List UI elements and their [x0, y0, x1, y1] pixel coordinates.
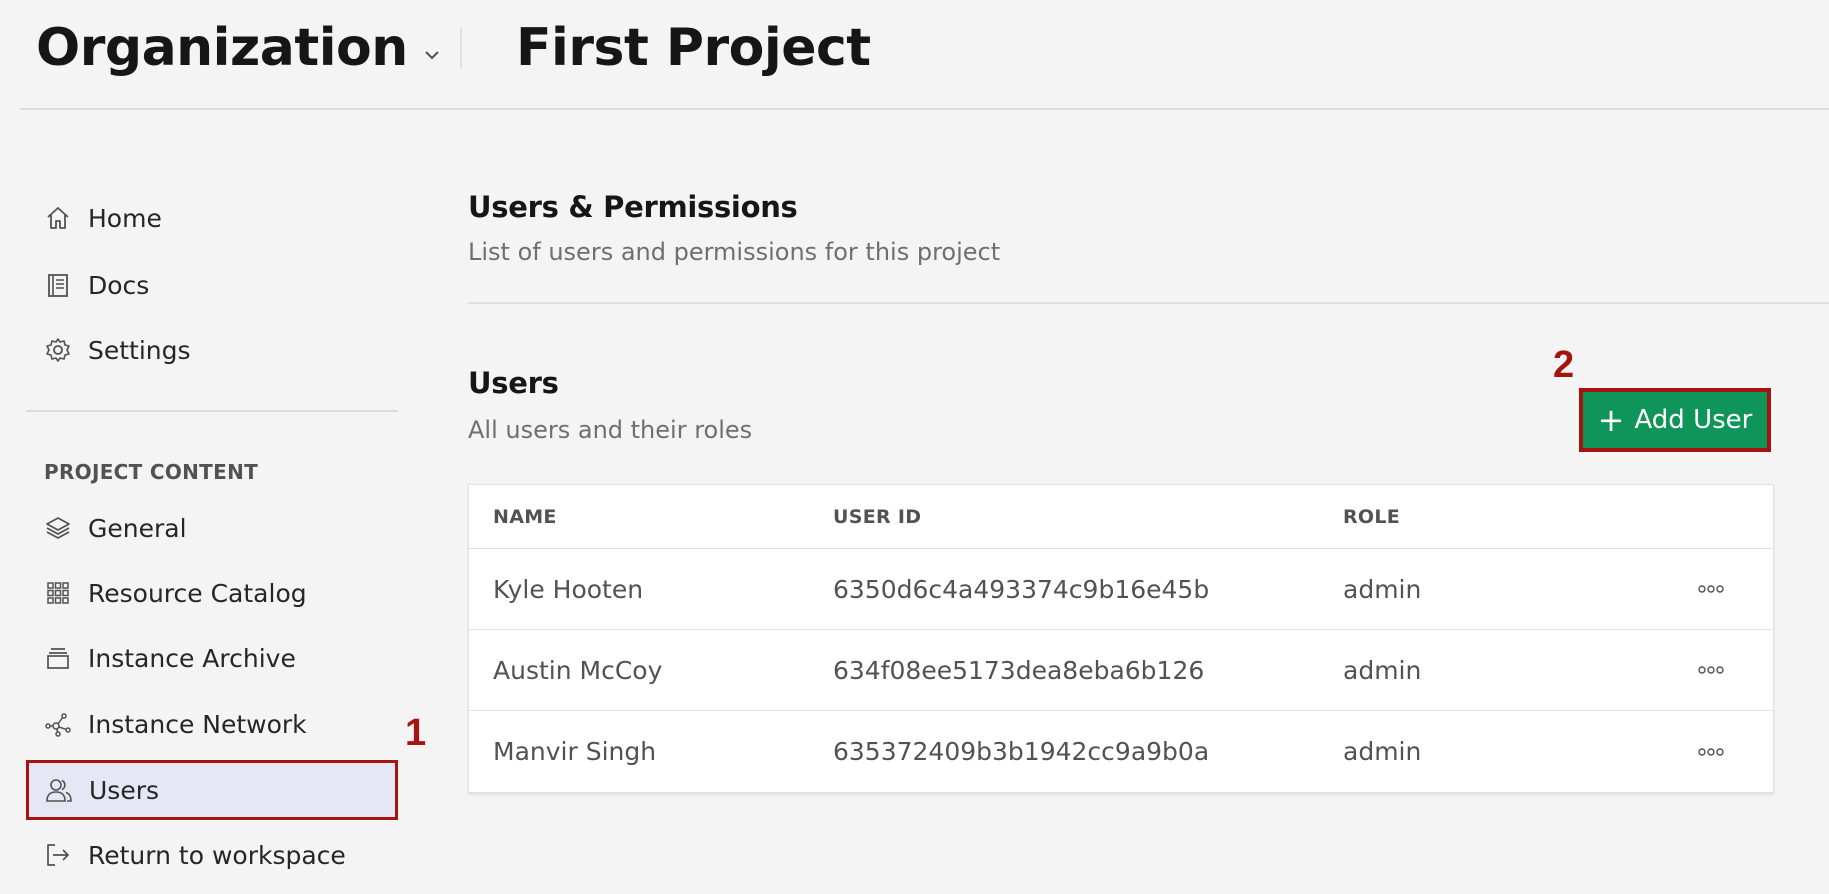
sidebar-item-docs[interactable]: Docs	[26, 257, 398, 313]
user-role: admin	[1343, 655, 1422, 685]
sidebar-item-return-to-workspace[interactable]: Return to workspace	[26, 827, 398, 883]
grid-icon	[42, 577, 74, 609]
user-id: 6350d6c4a493374c9b16e45b	[833, 574, 1210, 604]
archive-icon	[42, 642, 74, 674]
callout-marker-1: 1	[405, 712, 427, 754]
users-icon	[43, 774, 75, 806]
user-role: admin	[1343, 737, 1422, 766]
header: Organization First Project	[0, 0, 1829, 110]
section-label: PROJECT CONTENT	[44, 460, 259, 484]
user-id: 635372409b3b1942cc9a9b0a	[833, 737, 1210, 766]
sidebar-item-label: Resource Catalog	[88, 578, 307, 608]
sidebar-item-home[interactable]: Home	[26, 190, 398, 246]
user-id: 634f08ee5173dea8eba6b126	[833, 655, 1205, 685]
chevron-down-icon	[425, 51, 439, 60]
user-name: Kyle Hooten	[493, 574, 644, 604]
sidebar-item-label: Instance Network	[88, 709, 307, 739]
sidebar-item-general[interactable]: General	[26, 500, 398, 556]
sidebar-item-label: Home	[88, 203, 162, 233]
overflow-menu-icon[interactable]	[1691, 650, 1731, 690]
section-divider	[468, 302, 1829, 304]
add-user-button-body: + Add User	[1583, 392, 1767, 448]
return-icon	[42, 839, 74, 871]
sidebar-item-label: Settings	[88, 335, 191, 365]
sidebar-item-label: Return to workspace	[88, 840, 346, 870]
table-row[interactable]: Manvir Singh 635372409b3b1942cc9a9b0a ad…	[469, 711, 1773, 792]
users-table: NAME USER ID ROLE Kyle Hooten 6350d6c4a4…	[468, 484, 1774, 793]
sidebar-item-resource-catalog[interactable]: Resource Catalog	[26, 565, 398, 621]
sidebar-item-label: Users	[89, 775, 160, 805]
plus-icon: +	[1597, 401, 1625, 439]
sidebar-item-instance-network[interactable]: Instance Network	[26, 696, 398, 752]
table-row[interactable]: Austin McCoy 634f08ee5173dea8eba6b126 ad…	[469, 630, 1773, 711]
sidebar-item-label: General	[88, 513, 187, 543]
overflow-menu-icon[interactable]	[1691, 569, 1731, 609]
overflow-menu-icon[interactable]	[1691, 732, 1731, 772]
project-title: First Project	[516, 18, 871, 78]
home-icon	[42, 202, 74, 234]
table-header: NAME USER ID ROLE	[469, 485, 1773, 549]
callout-marker-2: 2	[1553, 344, 1575, 386]
header-divider	[460, 28, 462, 68]
table-row[interactable]: Kyle Hooten 6350d6c4a493374c9b16e45b adm…	[469, 549, 1773, 630]
sidebar-item-instance-archive[interactable]: Instance Archive	[26, 630, 398, 686]
sidebar-item-settings[interactable]: Settings	[26, 322, 398, 378]
sidebar-item-label: Instance Archive	[88, 643, 296, 673]
user-name: Manvir Singh	[493, 737, 657, 766]
docs-icon	[42, 269, 74, 301]
gear-icon	[42, 334, 74, 366]
sidebar-item-users[interactable]: Users	[26, 760, 398, 820]
network-icon	[42, 708, 74, 740]
column-header-user-id[interactable]: USER ID	[833, 506, 921, 528]
sidebar-divider	[26, 410, 398, 412]
sidebar-item-label: Docs	[88, 270, 150, 300]
users-section-subtitle: All users and their roles	[468, 416, 753, 444]
page-subtitle: List of users and permissions for this p…	[468, 238, 1001, 266]
layers-icon	[42, 512, 74, 544]
add-user-button[interactable]: + Add User	[1579, 388, 1771, 452]
organization-title: Organization	[36, 18, 408, 78]
users-section-title: Users	[468, 366, 559, 400]
column-header-role[interactable]: ROLE	[1343, 506, 1400, 528]
sidebar: Home Docs Settings PROJECT CONTENT Gener…	[0, 110, 420, 894]
add-user-button-label: Add User	[1634, 405, 1753, 435]
user-name: Austin McCoy	[493, 655, 663, 685]
organization-selector[interactable]: Organization	[36, 18, 442, 78]
page-title: Users & Permissions	[468, 190, 798, 224]
user-role: admin	[1343, 574, 1422, 604]
column-header-name[interactable]: NAME	[493, 506, 557, 528]
